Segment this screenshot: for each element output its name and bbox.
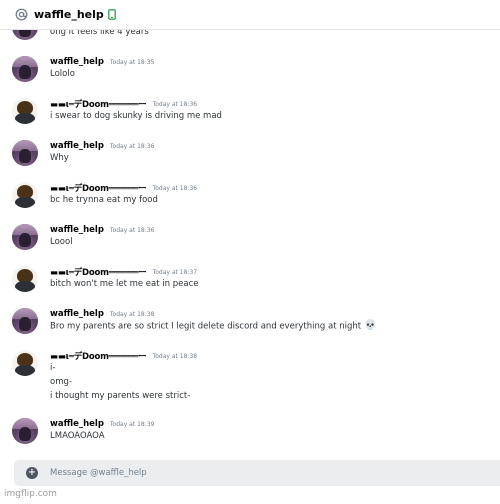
author-name[interactable]: ▬▬ι═デDoom══════ー — [50, 350, 147, 362]
message-header: ▬▬ι═デDoom══════ー Today at 18:36 — [50, 98, 197, 110]
avatar[interactable] — [12, 98, 38, 124]
message-text: LMAOAOAOA — [50, 431, 105, 441]
at-icon — [14, 8, 28, 22]
message-text: bitch won't me let me eat in peace — [50, 279, 199, 289]
timestamp: Today at 18:38 — [109, 310, 155, 318]
message-composer[interactable]: + Message @waffle_help — [14, 460, 500, 486]
message-header: ▬▬ι═デDoom══════ー Today at 18:36 — [50, 182, 197, 194]
timestamp: Today at 18:38 — [152, 352, 198, 360]
timestamp: Today at 18:37 — [152, 268, 198, 276]
mobile-icon — [107, 9, 116, 20]
message-text: i thought my parents were strict- — [50, 391, 191, 401]
channel-header: waffle_help — [0, 0, 500, 30]
author-name[interactable]: waffle_help — [50, 419, 104, 429]
avatar[interactable] — [12, 308, 38, 334]
message-header: waffle_help Today at 18:38 — [50, 308, 154, 320]
skull-emoji-icon: 💀 — [364, 320, 377, 331]
author-name[interactable]: ▬▬ι═デDoom══════ー — [50, 98, 147, 110]
imgflip-watermark: imgflip.com — [4, 489, 57, 499]
message-header: waffle_help Today at 18:36 — [50, 224, 154, 236]
timestamp: Today at 18:36 — [109, 142, 155, 150]
avatar[interactable] — [12, 140, 38, 166]
dm-username[interactable]: waffle_help — [34, 8, 104, 21]
message-header: ▬▬ι═デDoom══════ー Today at 18:38 — [50, 350, 197, 362]
message-header: waffle_help Today at 18:35 — [50, 56, 154, 68]
author-name[interactable]: waffle_help — [50, 141, 104, 151]
message-text: Why — [50, 153, 69, 163]
add-attachment-icon[interactable]: + — [26, 467, 38, 479]
message-header: waffle_help Today at 18:39 — [50, 418, 154, 430]
timestamp: Today at 18:35 — [109, 58, 155, 66]
author-name[interactable]: waffle_help — [50, 57, 104, 67]
avatar[interactable] — [12, 56, 38, 82]
avatar[interactable] — [12, 182, 38, 208]
timestamp: Today at 18:36 — [152, 184, 198, 192]
avatar[interactable] — [12, 418, 38, 444]
message-header: waffle_help Today at 18:36 — [50, 140, 154, 152]
author-name[interactable]: waffle_help — [50, 309, 104, 319]
author-name[interactable]: ▬▬ι═デDoom══════ー — [50, 182, 147, 194]
message-input[interactable]: Message @waffle_help — [50, 468, 147, 478]
timestamp: Today at 18:36 — [109, 226, 155, 234]
author-name[interactable]: ▬▬ι═デDoom══════ー — [50, 266, 147, 278]
avatar[interactable] — [12, 350, 38, 376]
message-text: Lololo — [50, 69, 75, 79]
avatar[interactable] — [12, 224, 38, 250]
message-text: i swear to dog skunky is driving me mad — [50, 111, 222, 121]
message-text-content: Bro my parents are so strict I legit del… — [50, 321, 362, 332]
message-text: Loool — [50, 237, 73, 247]
avatar[interactable] — [12, 266, 38, 292]
author-name[interactable]: waffle_help — [50, 225, 104, 235]
message-text: Bro my parents are so strict I legit del… — [50, 321, 377, 332]
timestamp: Today at 18:36 — [152, 100, 198, 108]
message-header: ▬▬ι═デDoom══════ー Today at 18:37 — [50, 266, 197, 278]
message-text: bc he trynna eat my food — [50, 195, 158, 205]
message-text: i- — [50, 363, 56, 373]
timestamp: Today at 18:39 — [109, 420, 155, 428]
message-text: omg- — [50, 377, 72, 387]
message-list[interactable]: ong it feels like 4 years waffle_help To… — [0, 20, 500, 460]
